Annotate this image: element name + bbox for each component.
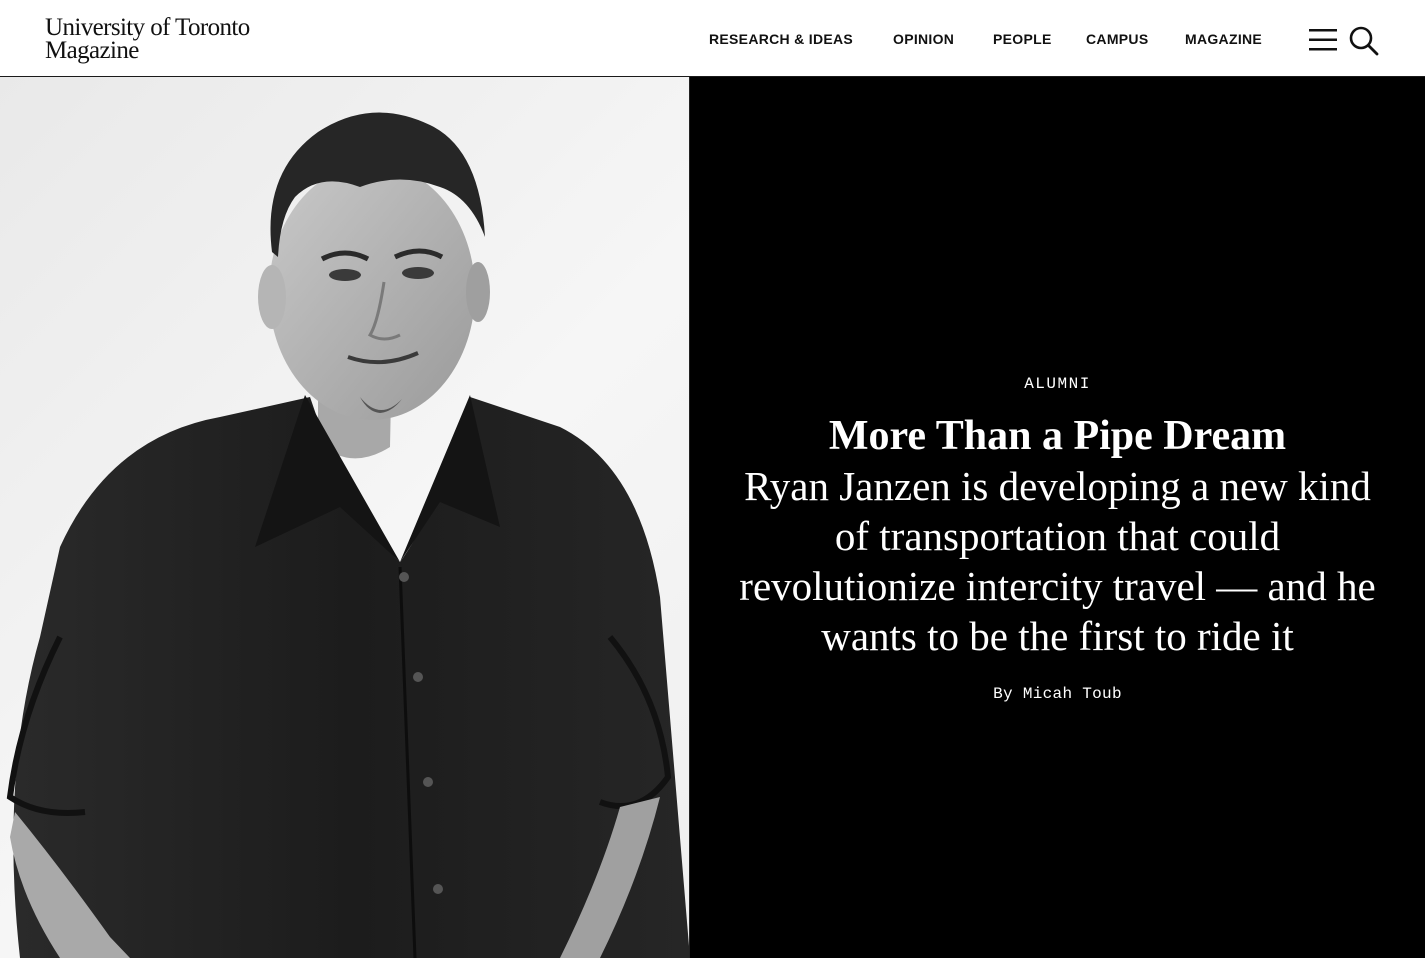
nav-item-magazine[interactable]: MAGAZINE — [1185, 31, 1262, 47]
magnifier-icon — [1349, 26, 1379, 56]
site-logo[interactable]: University of Toronto Magazine — [45, 14, 250, 64]
nav-item-research-ideas[interactable]: RESEARCH & IDEAS — [709, 31, 853, 47]
logo-line-1: University of Toronto — [45, 14, 250, 41]
search-button[interactable] — [1348, 25, 1380, 57]
article-dek: Ryan Janzen is developing a new kind of … — [739, 463, 1376, 659]
byline-prefix: By — [993, 685, 1013, 703]
byline: By Micah Toub — [690, 685, 1425, 703]
hero-text-panel: ALUMNI More Than a Pipe Dream Ryan Janze… — [690, 77, 1425, 958]
site-header: University of Toronto Magazine RESEARCH … — [0, 0, 1425, 77]
hamburger-menu-icon — [1309, 29, 1337, 51]
portrait-illustration — [6, 112, 689, 958]
hero-photo — [0, 77, 690, 958]
hero: ALUMNI More Than a Pipe Dream Ryan Janze… — [0, 77, 1425, 958]
category-kicker[interactable]: ALUMNI — [690, 375, 1425, 393]
article-headline[interactable]: More Than a Pipe Dream — [730, 411, 1385, 461]
menu-button[interactable] — [1309, 28, 1337, 52]
nav-item-campus[interactable]: CAMPUS — [1086, 31, 1148, 47]
logo-line-2: Magazine — [45, 37, 139, 64]
author-link[interactable]: Micah Toub — [1023, 685, 1122, 703]
nav-item-opinion[interactable]: OPINION — [893, 31, 954, 47]
nav-item-people[interactable]: PEOPLE — [993, 31, 1052, 47]
